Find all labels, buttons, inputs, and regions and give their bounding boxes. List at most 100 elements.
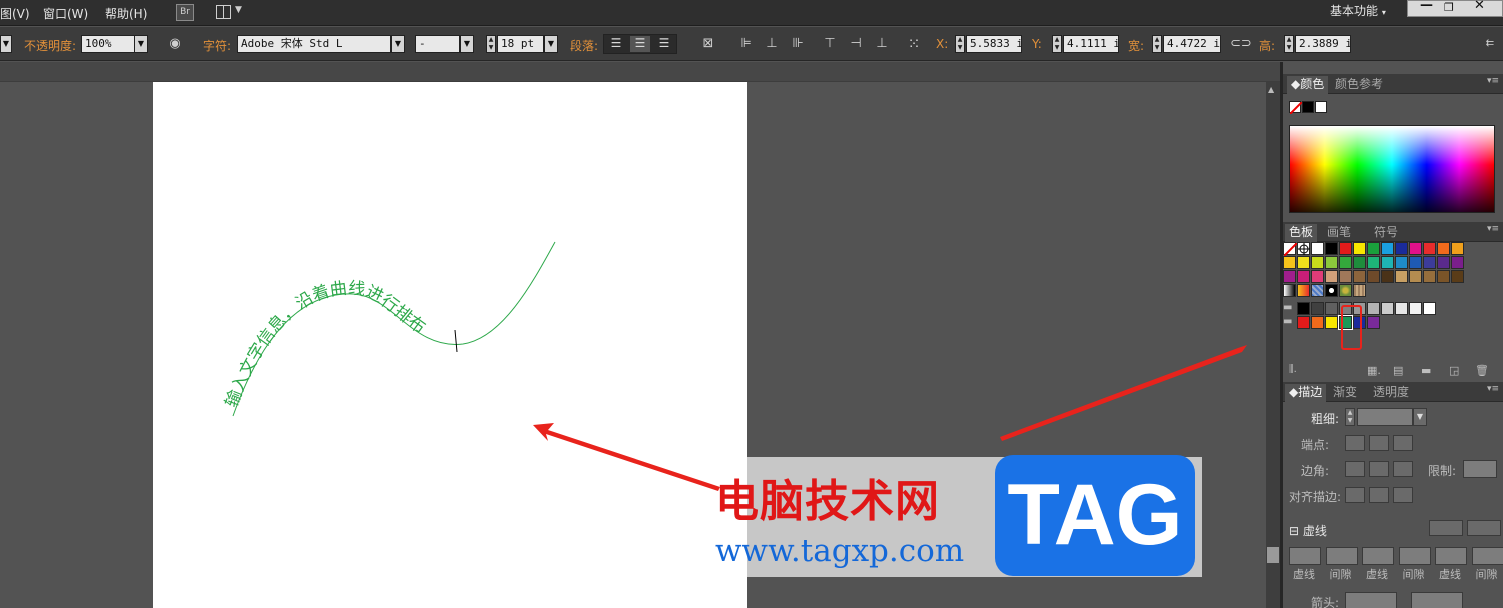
close-icon[interactable]: ✕ [1474,0,1485,13]
swatch[interactable] [1381,242,1394,255]
weight-field[interactable] [1357,408,1413,426]
opacity-dropdown[interactable]: ▼ [134,35,148,53]
tab-gradient[interactable]: 渐变 [1329,384,1361,402]
reference-point-icon[interactable]: ⁙ [906,36,922,52]
x-field[interactable]: 5.5833 i: [966,35,1022,53]
swatch[interactable] [1325,270,1338,283]
swatch[interactable] [1325,284,1338,297]
align-right-edge-icon[interactable]: ⊪ [790,36,806,52]
swatch[interactable] [1367,302,1380,315]
swatch[interactable] [1339,256,1352,269]
align-stroke-inside-icon[interactable] [1369,487,1389,503]
dash-gap-field[interactable] [1325,547,1358,565]
swatch[interactable] [1311,284,1324,297]
swatch[interactable] [1381,256,1394,269]
bridge-button[interactable]: Br [176,4,194,21]
bevel-join-icon[interactable] [1393,461,1413,477]
panel-menu-icon[interactable]: ⇇ [1482,36,1498,52]
align-bottom-icon[interactable]: ⊥ [874,36,890,52]
x-stepper[interactable]: ▲ ▼ [955,35,965,53]
y-field[interactable]: 4.1111 i: [1063,35,1119,53]
tab-color-guide[interactable]: 颜色参考 [1331,76,1387,94]
height-stepper[interactable]: ▲ ▼ [1284,35,1294,53]
swatch[interactable] [1395,270,1408,283]
minimize-icon[interactable]: — [1420,0,1433,13]
arrowhead-end-select[interactable] [1411,592,1463,608]
swatch[interactable] [1423,302,1436,315]
swatch[interactable] [1353,284,1366,297]
align-right-icon[interactable]: ☰ [654,36,674,52]
panel-menu-icon[interactable]: ▾≡ [1487,384,1499,394]
transform-anchor-icon[interactable]: ⊠ [700,36,716,52]
swatch[interactable] [1353,256,1366,269]
tab-transparency[interactable]: 透明度 [1369,384,1413,402]
swatch-options-icon[interactable]: ▤ [1393,364,1403,377]
swatch-library-icon[interactable]: ⫼. [1289,364,1297,375]
swatch[interactable] [1339,270,1352,283]
black-swatch[interactable] [1302,101,1314,113]
height-field[interactable]: 2.3889 i: [1295,35,1351,53]
swatch[interactable] [1311,302,1324,315]
color-spectrum[interactable] [1289,125,1495,213]
swatch[interactable] [1451,256,1464,269]
arrowhead-start-select[interactable] [1345,592,1397,608]
swatch[interactable] [1325,302,1338,315]
dash-gap-field[interactable] [1471,547,1503,565]
tab-color[interactable]: ◆颜色 [1287,76,1329,94]
delete-icon[interactable]: 🗑 [1475,364,1489,377]
new-group-icon[interactable]: ▬ [1421,364,1431,377]
menu-view[interactable]: 图(V) [0,5,30,22]
swatch[interactable] [1325,242,1338,255]
swatch[interactable] [1451,242,1464,255]
tab-symbols[interactable]: 符号 [1370,224,1402,242]
swatch[interactable] [1367,270,1380,283]
font-size-stepper[interactable]: ▲ ▼ [486,35,496,53]
tab-stroke[interactable]: ◆描边 [1285,384,1327,402]
swatch[interactable] [1339,242,1352,255]
white-swatch[interactable] [1315,101,1327,113]
miter-join-icon[interactable] [1345,461,1365,477]
swatch[interactable] [1409,242,1422,255]
align-v-center-icon[interactable]: ⊣ [848,36,864,52]
link-icon[interactable]: ⊂⊃ [1230,36,1252,52]
swatch[interactable] [1367,256,1380,269]
swatch-group-folder-icon[interactable]: ▬ [1283,316,1292,327]
workspace-switcher[interactable]: 基本功能 ▾ [1330,2,1386,19]
swatch[interactable] [1395,302,1408,315]
font-size-field[interactable]: 18 pt [497,35,544,53]
weight-stepper[interactable]: ▲ ▼ [1345,408,1355,426]
swatch[interactable] [1409,270,1422,283]
new-swatch-icon[interactable]: ◲ [1449,364,1459,377]
show-kinds-icon[interactable]: ▦. [1367,364,1381,377]
swatch[interactable] [1283,256,1296,269]
dash-preserve-icon[interactable] [1429,520,1463,536]
round-join-icon[interactable] [1369,461,1389,477]
scroll-up-icon[interactable]: ▲ [1268,85,1274,94]
swatch[interactable] [1311,256,1324,269]
dash-align-icon[interactable] [1467,520,1501,536]
swatch[interactable] [1423,256,1436,269]
menu-help[interactable]: 帮助(H) [105,5,147,22]
dash-gap-field[interactable] [1289,547,1321,565]
limit-field[interactable] [1463,460,1497,478]
align-center-icon[interactable]: ☰ [630,36,650,52]
font-style-field[interactable]: - [415,35,460,53]
swatch[interactable] [1311,242,1324,255]
align-top-icon[interactable]: ⊤ [822,36,838,52]
swatch[interactable] [1437,270,1450,283]
swatch[interactable] [1283,284,1296,297]
weight-dropdown[interactable]: ▼ [1413,408,1427,426]
dash-gap-field[interactable] [1362,547,1394,565]
width-stepper[interactable]: ▲ ▼ [1152,35,1162,53]
panel-menu-icon[interactable]: ▾≡ [1487,76,1499,86]
round-cap-icon[interactable] [1369,435,1389,451]
arrange-documents-button[interactable]: ▼ [216,4,246,21]
tab-swatches[interactable]: 色板 [1285,224,1318,242]
swatch[interactable] [1381,302,1394,315]
align-h-center-icon[interactable]: ⊥ [764,36,780,52]
align-stroke-outside-icon[interactable] [1393,487,1413,503]
text-on-path[interactable]: 输入文字信息，沿着曲线进行排布 [222,278,429,410]
swatch[interactable] [1423,242,1436,255]
swatch[interactable] [1395,256,1408,269]
font-family-dropdown[interactable]: ▼ [391,35,405,53]
